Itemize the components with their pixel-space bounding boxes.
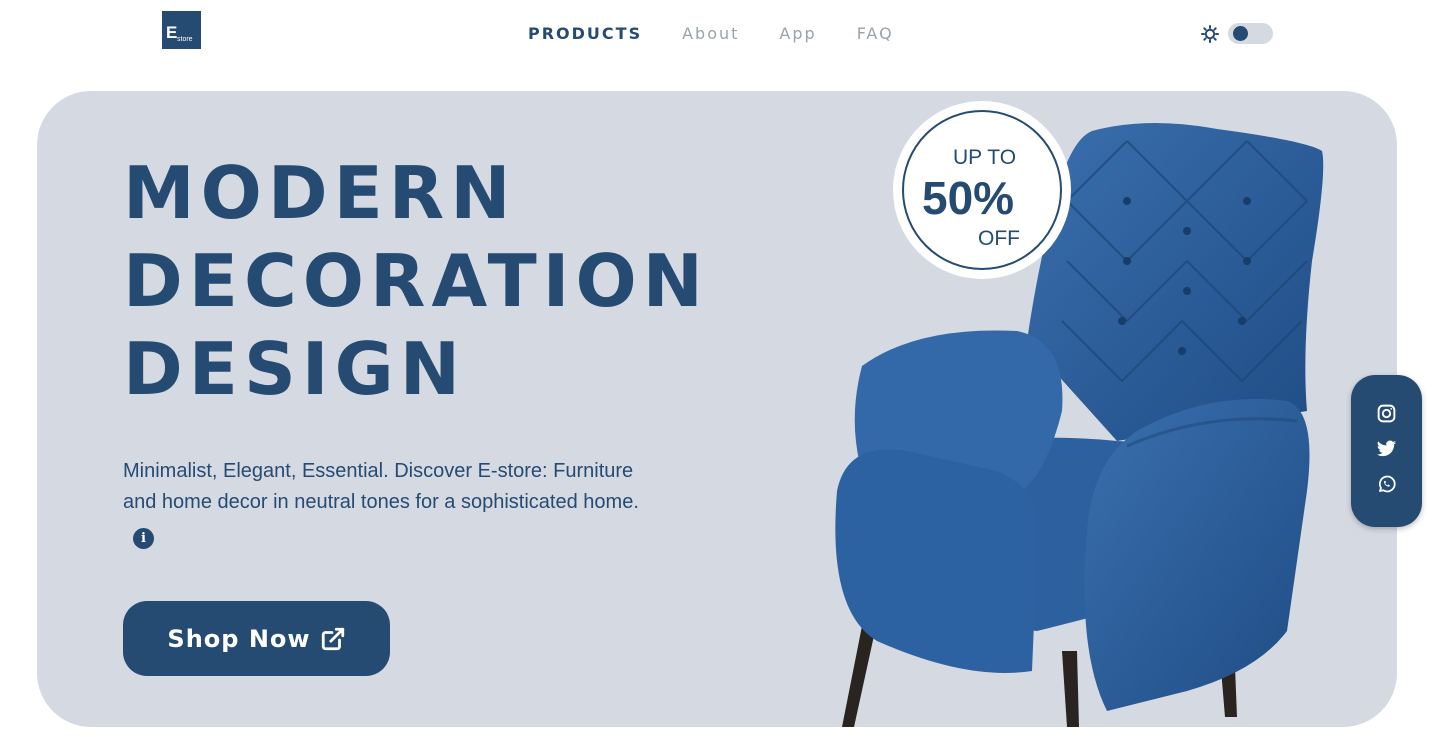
discount-badge: UP TO 50% OFF xyxy=(893,101,1071,279)
nav-about[interactable]: About xyxy=(682,24,739,44)
headline-line-2: DECORATION xyxy=(123,239,709,323)
headline-line-3: DESIGN xyxy=(123,327,466,411)
hero-description: Minimalist, Elegant, Essential. Discover… xyxy=(123,456,643,549)
shop-now-label: Shop Now xyxy=(167,624,311,653)
info-icon[interactable]: i xyxy=(133,528,154,549)
sun-icon xyxy=(1201,24,1219,43)
badge-top-text: UP TO xyxy=(953,146,1017,169)
main-nav: PRODUCTS About App FAQ xyxy=(528,24,934,44)
external-link-icon xyxy=(321,627,344,650)
headline-line-1: MODERN xyxy=(123,151,517,235)
twitter-icon[interactable] xyxy=(1376,438,1397,459)
description-text: Minimalist, Elegant, Essential. Discover… xyxy=(123,460,639,513)
badge-value: 50% xyxy=(922,172,1015,224)
shop-now-button[interactable]: Shop Now xyxy=(123,601,390,676)
instagram-icon[interactable] xyxy=(1376,403,1397,424)
social-sidebar xyxy=(1351,375,1422,527)
theme-toggle[interactable] xyxy=(1228,23,1273,44)
nav-faq[interactable]: FAQ xyxy=(857,24,894,44)
logo-word: store xyxy=(177,36,193,43)
badge-bottom-text: OFF xyxy=(978,227,1020,250)
toggle-knob xyxy=(1233,26,1248,41)
whatsapp-icon[interactable] xyxy=(1376,474,1397,495)
nav-products[interactable]: PRODUCTS xyxy=(528,24,642,44)
estore-logo[interactable]: E store xyxy=(162,11,201,49)
nav-app[interactable]: App xyxy=(779,24,816,44)
site-header: E store PRODUCTS About App FAQ xyxy=(0,0,1433,70)
hero-banner: MODERN DECORATION DESIGN Minimalist, Ele… xyxy=(37,91,1397,727)
logo-letter: E xyxy=(166,23,178,42)
theme-switch xyxy=(1201,23,1273,44)
hero-headline: MODERN DECORATION DESIGN xyxy=(123,149,709,413)
